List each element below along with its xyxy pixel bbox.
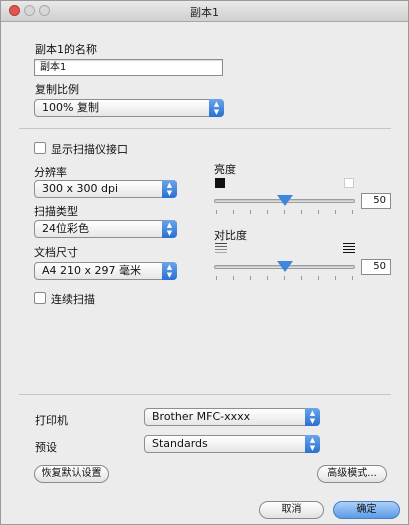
popup-arrows-icon: ▲ ▼ bbox=[305, 408, 320, 426]
preset-select[interactable]: Standards ▲ ▼ bbox=[144, 435, 320, 453]
scan-type-value: 24位彩色 bbox=[42, 222, 89, 235]
popup-arrows-icon: ▲ ▼ bbox=[209, 99, 224, 117]
dark-swatch-icon bbox=[215, 178, 225, 188]
contrast-value-field[interactable]: 50 bbox=[361, 259, 391, 275]
popup-arrows-icon: ▲ ▼ bbox=[305, 435, 320, 453]
brightness-label: 亮度 bbox=[214, 163, 236, 176]
cancel-button[interactable]: 取消 bbox=[259, 501, 324, 519]
show-scanner-interface-checkbox[interactable] bbox=[34, 142, 46, 154]
contrast-ticks bbox=[214, 276, 355, 281]
ok-button[interactable]: 确定 bbox=[333, 501, 400, 519]
continuous-scan-label: 连续扫描 bbox=[51, 293, 95, 306]
copy-ratio-select[interactable]: 100% 复制 ▲ ▼ bbox=[34, 99, 224, 117]
show-scanner-interface-label: 显示扫描仪接口 bbox=[51, 143, 128, 156]
contrast-slider-knob[interactable] bbox=[276, 261, 293, 272]
advanced-mode-button[interactable]: 高级模式... bbox=[317, 465, 387, 483]
light-swatch-icon bbox=[344, 178, 354, 188]
document-size-label: 文档尺寸 bbox=[34, 246, 78, 259]
popup-arrows-icon: ▲ ▼ bbox=[162, 262, 177, 280]
brightness-ticks bbox=[214, 210, 355, 215]
document-size-value: A4 210 x 297 毫米 bbox=[42, 264, 142, 277]
document-size-select[interactable]: A4 210 x 297 毫米 ▲ ▼ bbox=[34, 262, 177, 280]
contrast-label: 对比度 bbox=[214, 229, 247, 242]
popup-arrows-icon: ▲ ▼ bbox=[162, 220, 177, 238]
printer-value: Brother MFC-xxxx bbox=[152, 410, 251, 423]
separator bbox=[19, 394, 391, 395]
resolution-select[interactable]: 300 x 300 dpi ▲ ▼ bbox=[34, 180, 177, 198]
name-label: 副本1的名称 bbox=[35, 43, 97, 56]
scan-type-label: 扫描类型 bbox=[34, 205, 78, 218]
scan-type-select[interactable]: 24位彩色 ▲ ▼ bbox=[34, 220, 177, 238]
name-input[interactable]: 副本1 bbox=[34, 59, 223, 76]
window-title: 副本1 bbox=[190, 6, 219, 19]
separator bbox=[19, 128, 391, 129]
dialog-window: 副本1 副本1的名称 副本1 复制比例 100% 复制 ▲ ▼ 显示扫描仪接口 分… bbox=[0, 0, 409, 525]
popup-arrows-icon: ▲ ▼ bbox=[162, 180, 177, 198]
high-contrast-icon bbox=[343, 243, 355, 254]
continuous-scan-checkbox[interactable] bbox=[34, 292, 46, 304]
brightness-slider-knob[interactable] bbox=[276, 195, 293, 206]
printer-select[interactable]: Brother MFC-xxxx ▲ ▼ bbox=[144, 408, 320, 426]
copy-ratio-value: 100% 复制 bbox=[42, 101, 99, 114]
resolution-value: 300 x 300 dpi bbox=[42, 182, 119, 195]
resolution-label: 分辨率 bbox=[34, 166, 67, 179]
printer-label: 打印机 bbox=[35, 414, 68, 427]
low-contrast-icon bbox=[215, 243, 227, 254]
preset-value: Standards bbox=[152, 437, 208, 450]
copy-ratio-label: 复制比例 bbox=[35, 83, 79, 96]
preset-label: 预设 bbox=[35, 441, 57, 454]
brightness-value-field[interactable]: 50 bbox=[361, 193, 391, 209]
title-bar: 副本1 bbox=[1, 1, 408, 22]
restore-defaults-button[interactable]: 恢复默认设置 bbox=[34, 465, 109, 483]
